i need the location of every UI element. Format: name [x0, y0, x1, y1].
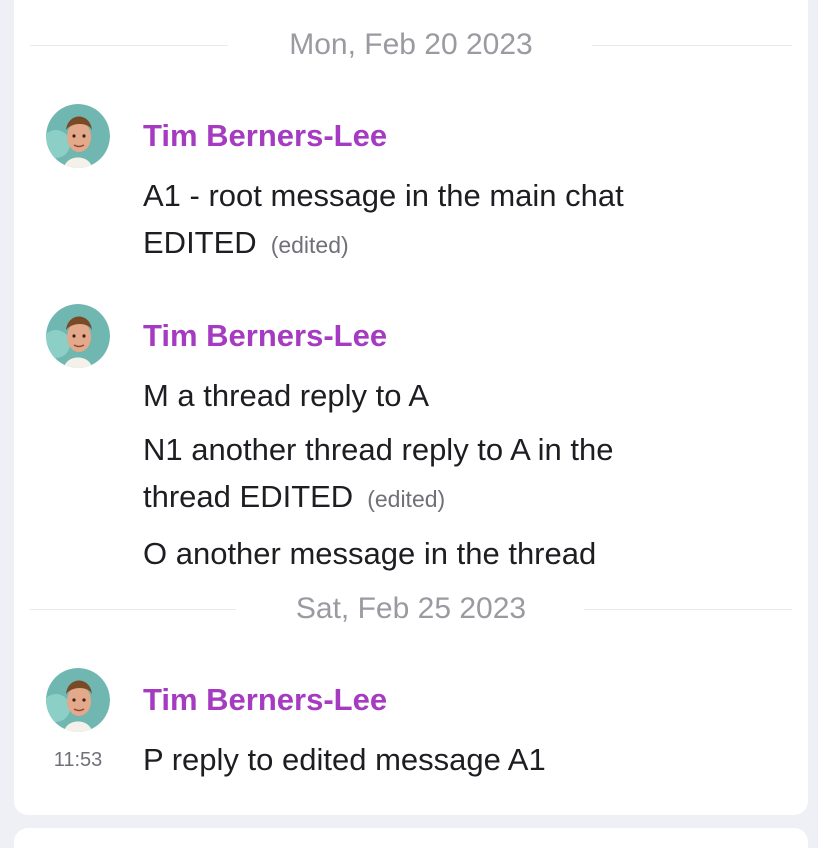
author-name[interactable]: Tim Berners-Lee — [143, 316, 387, 356]
message-body: P reply to edited message A1 — [143, 742, 546, 777]
date-separator: Sat, Feb 25 2023 — [30, 589, 792, 629]
message-text[interactable]: O another message in the thread — [143, 530, 703, 577]
message-text[interactable]: M a thread reply to A — [143, 372, 703, 419]
user-avatar-icon — [46, 104, 110, 168]
date-separator: Mon, Feb 20 2023 — [30, 25, 792, 65]
message-text[interactable]: A1 - root message in the main chat EDITE… — [143, 172, 703, 269]
avatar[interactable] — [46, 304, 110, 368]
message-text[interactable]: N1 another thread reply to A in the thre… — [143, 426, 703, 523]
edited-label: (edited) — [270, 232, 349, 258]
date-label: Mon, Feb 20 2023 — [289, 28, 533, 61]
user-avatar-icon — [46, 304, 110, 368]
message-body: M a thread reply to A — [143, 378, 430, 413]
author-name[interactable]: Tim Berners-Lee — [143, 680, 387, 720]
user-avatar-icon — [46, 668, 110, 732]
avatar[interactable] — [46, 104, 110, 168]
message-body: O another message in the thread — [143, 536, 597, 571]
message-body: A1 - root message in the main chat EDITE… — [143, 178, 624, 260]
date-label: Sat, Feb 25 2023 — [295, 592, 527, 625]
message-timestamp: 11:53 — [53, 749, 103, 771]
author-name[interactable]: Tim Berners-Lee — [143, 116, 387, 156]
avatar[interactable] — [46, 668, 110, 732]
message-text[interactable]: P reply to edited message A1 — [143, 736, 703, 783]
edited-label: (edited) — [367, 486, 446, 512]
composer-area — [14, 828, 808, 848]
